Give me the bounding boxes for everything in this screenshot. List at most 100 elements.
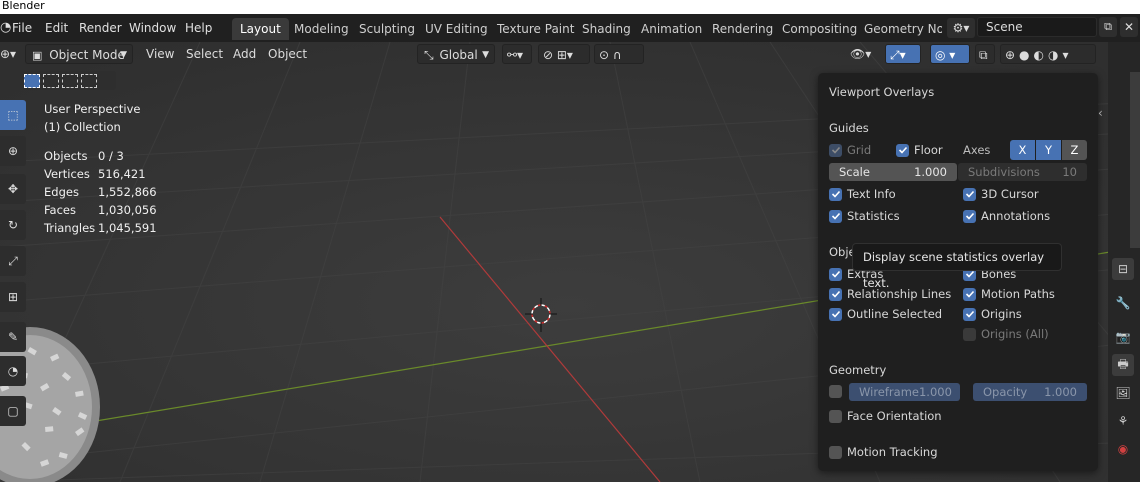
scene-name-field[interactable]: Scene <box>977 17 1097 37</box>
origins-checkbox-row[interactable]: Origins <box>963 305 1022 323</box>
view-layer-properties-icon[interactable]: 🖼 <box>1112 382 1134 404</box>
axis-z-toggle[interactable]: Z <box>1062 140 1087 160</box>
scene-properties-icon[interactable]: ⚘ <box>1112 410 1134 432</box>
floor-checkbox-row[interactable]: Floor <box>896 141 943 159</box>
add-cube-tool-icon[interactable]: ▢ <box>0 396 26 426</box>
tab-shading[interactable]: Shading <box>574 18 639 40</box>
tab-compositing[interactable]: Compositing <box>774 18 865 40</box>
tab-texture-paint[interactable]: Texture Paint <box>489 18 582 40</box>
text-info-checkbox-row[interactable]: Text Info <box>829 185 896 203</box>
pivot-point-icon[interactable]: ⚯▾ <box>502 44 532 64</box>
chevron-left-icon[interactable]: ‹ <box>1098 106 1103 120</box>
origins-all-checkbox[interactable] <box>963 327 976 341</box>
face-orientation-checkbox-row[interactable]: Face Orientation <box>829 407 942 425</box>
stat-row: Edges 1,552,866 <box>44 183 157 201</box>
menu-edit[interactable]: Edit <box>45 14 68 42</box>
menu-object[interactable]: Object <box>268 44 307 64</box>
move-tool-icon[interactable]: ✥ <box>0 174 26 204</box>
select-mode-icons[interactable] <box>20 71 116 90</box>
tab-modeling[interactable]: Modeling <box>286 18 357 40</box>
gizmo-toggle-icon[interactable]: ⤢▾ <box>885 44 921 64</box>
overlays-toggle-icon[interactable]: ◎ ▾ <box>930 44 970 64</box>
tab-layout[interactable]: Layout <box>232 18 289 40</box>
face-orientation-checkbox[interactable] <box>829 409 842 423</box>
shading-mode-icons[interactable]: ⊕●◐◑▾ <box>1000 44 1096 64</box>
delete-scene-icon[interactable]: ✕ <box>1120 17 1138 37</box>
axis-y-toggle[interactable]: Y <box>1036 140 1061 160</box>
select-box-tool-icon[interactable]: ⬚ <box>0 100 26 130</box>
proportional-edit-icon[interactable]: ⊙ ∩ <box>594 44 644 64</box>
menu-view[interactable]: View <box>146 44 174 64</box>
origins-checkbox[interactable] <box>963 307 976 321</box>
editor-type-icon[interactable]: ⊕▾ <box>0 44 16 64</box>
tab-geometry-nodes[interactable]: Geometry Nod <box>856 18 942 40</box>
origins-all-checkbox-row[interactable]: Origins (All) <box>963 325 1049 343</box>
annotations-checkbox-row[interactable]: Annotations <box>963 207 1050 225</box>
outline-selected-checkbox-row[interactable]: Outline Selected <box>829 305 942 323</box>
select-intersect-icon[interactable] <box>81 73 97 88</box>
3d-cursor-checkbox[interactable] <box>963 187 976 201</box>
text-info-label: Text Info <box>847 187 896 201</box>
motion-tracking-checkbox-row[interactable]: Motion Tracking <box>829 443 938 461</box>
menu-file[interactable]: File <box>12 14 32 42</box>
statistics-checkbox-row[interactable]: Statistics <box>829 207 900 225</box>
menu-select[interactable]: Select <box>186 44 223 64</box>
render-properties-icon[interactable]: 📷 <box>1112 326 1134 348</box>
wireframe-checkbox[interactable] <box>829 385 842 398</box>
scale-tool-icon[interactable]: ⤢ <box>0 246 26 276</box>
subdivisions-slider[interactable]: Subdivisions 10 <box>958 163 1087 181</box>
tab-sculpting[interactable]: Sculpting <box>351 18 423 40</box>
axis-x-toggle[interactable]: X <box>1010 140 1035 160</box>
tab-rendering[interactable]: Rendering <box>704 18 781 40</box>
viewport-overlays-panel: Viewport Overlays Guides Grid Floor Axes… <box>818 73 1098 471</box>
annotate-tool-icon[interactable]: ✎ <box>0 322 26 352</box>
motion-tracking-label: Motion Tracking <box>847 445 938 459</box>
scale-slider[interactable]: Scale 1.000 <box>829 163 957 181</box>
menu-add[interactable]: Add <box>233 44 256 64</box>
grid-label: Grid <box>847 143 872 157</box>
rotate-tool-icon[interactable]: ↻ <box>0 210 26 240</box>
visibility-icon[interactable]: 👁▾ <box>850 44 880 64</box>
tab-uv-editing[interactable]: UV Editing <box>417 18 496 40</box>
editor-type-properties-icon[interactable]: ⊟ <box>1112 258 1134 280</box>
menu-help[interactable]: Help <box>185 14 212 42</box>
statistics-checkbox[interactable] <box>829 209 842 223</box>
outline-selected-checkbox[interactable] <box>829 307 842 321</box>
grid-checkbox[interactable] <box>829 143 842 157</box>
relationship-lines-checkbox[interactable] <box>829 287 842 301</box>
orientation-label: Global <box>439 48 478 62</box>
output-properties-icon[interactable]: 🖶 <box>1112 354 1134 376</box>
measure-tool-icon[interactable]: ◔ <box>0 356 26 386</box>
menu-window[interactable]: Window <box>129 14 176 42</box>
snap-icon[interactable]: ⊘ ⊞▾ <box>538 44 590 64</box>
motion-paths-checkbox[interactable] <box>963 287 976 301</box>
cursor-tool-icon[interactable]: ⊕ <box>0 136 26 166</box>
blender-logo-icon[interactable]: ◔ <box>0 20 12 36</box>
menu-render[interactable]: Render <box>79 14 122 42</box>
floor-checkbox[interactable] <box>896 143 909 157</box>
grid-checkbox-row[interactable]: Grid <box>829 141 871 159</box>
subdivisions-value: 10 <box>1062 165 1077 179</box>
new-scene-icon[interactable]: ⧉ <box>1099 17 1117 37</box>
text-info-checkbox[interactable] <box>829 187 842 201</box>
tab-animation[interactable]: Animation <box>633 18 710 40</box>
mode-dropdown[interactable]: ▣ Object Mode ▼ <box>25 44 133 64</box>
stat-row: Vertices 516,421 <box>44 165 157 183</box>
transform-tool-icon[interactable]: ⊞ <box>0 282 26 312</box>
xray-toggle-icon[interactable]: ⧉ <box>975 44 995 64</box>
transform-orientation-dropdown[interactable]: ⤡ Global ▼ <box>417 44 495 64</box>
motion-paths-checkbox-row[interactable]: Motion Paths <box>963 285 1055 303</box>
tool-properties-icon[interactable]: 🔧 <box>1112 292 1134 314</box>
opacity-slider[interactable]: Opacity 1.000 <box>973 383 1087 401</box>
wireframe-slider[interactable]: Wireframe 1.000 <box>849 383 960 401</box>
select-new-icon[interactable] <box>24 73 40 88</box>
relationship-lines-checkbox-row[interactable]: Relationship Lines <box>829 285 951 303</box>
3d-cursor-checkbox-row[interactable]: 3D Cursor <box>963 185 1039 203</box>
extras-checkbox[interactable] <box>829 267 842 281</box>
select-extend-icon[interactable] <box>43 73 59 88</box>
select-subtract-icon[interactable] <box>62 73 78 88</box>
scene-selector-icon[interactable]: ⚙▾ <box>947 18 975 38</box>
world-properties-icon[interactable]: ◉ <box>1112 438 1134 460</box>
motion-tracking-checkbox[interactable] <box>829 445 842 459</box>
annotations-checkbox[interactable] <box>963 209 976 223</box>
